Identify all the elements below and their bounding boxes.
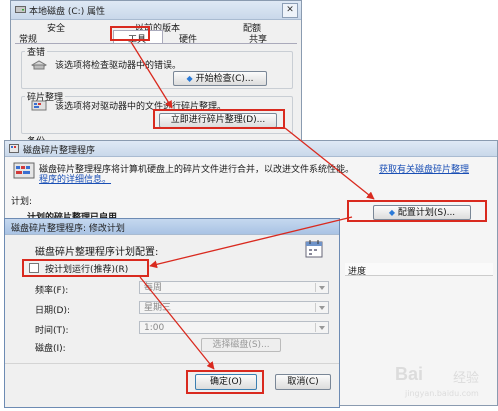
baidu-watermark: Bai 经验 jingyan.baidu.com: [395, 362, 495, 406]
callout-arrows: [130, 41, 375, 370]
watermark-text-2: 经验: [453, 371, 480, 386]
arrow-configure-to-schedule: [149, 216, 353, 269]
watermark-url: jingyan.baidu.com: [405, 389, 479, 398]
arrow-schedule-to-ok: [139, 276, 215, 370]
watermark-text: Bai: [395, 364, 424, 384]
arrow-tools-to-defrag: [130, 41, 173, 109]
arrow-defrag-to-configure: [284, 127, 375, 200]
